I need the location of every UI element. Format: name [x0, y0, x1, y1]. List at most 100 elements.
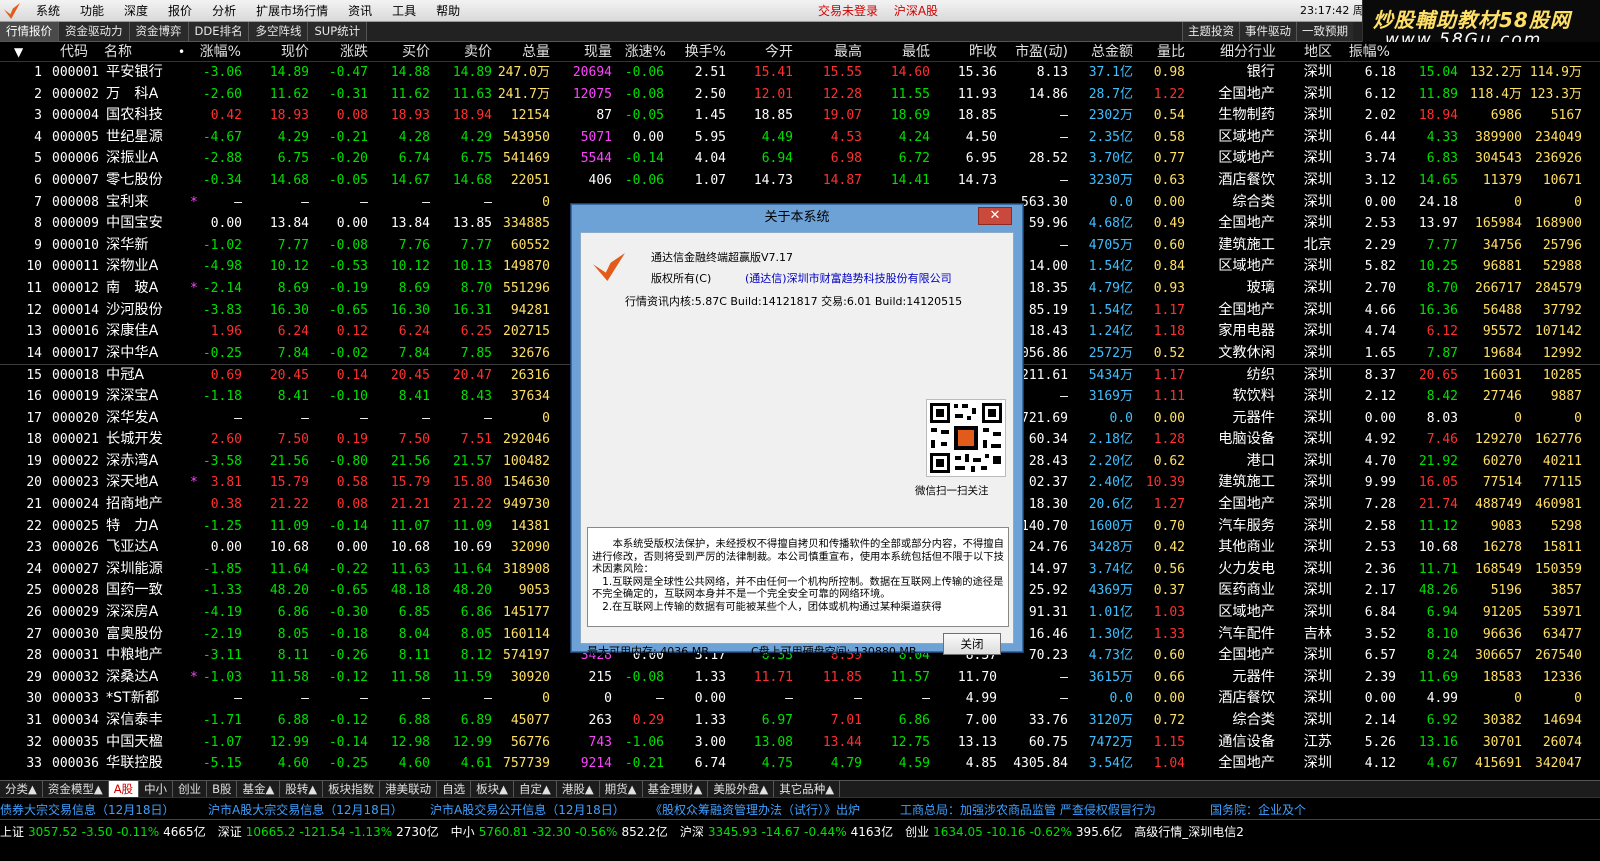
column-header-4[interactable]: 涨跌 — [340, 42, 368, 62]
category-tab-14[interactable]: 期货▲ — [600, 781, 643, 797]
table-row[interactable]: 2 000002 万 科A -2.60 11.62 -0.31 11.62 11.63 241.… — [0, 84, 1600, 106]
cell-pe: 24.76 — [1028, 540, 1068, 556]
column-header-2[interactable]: 涨幅% — [200, 42, 241, 62]
dialog-close-button[interactable]: ✕ — [978, 207, 1012, 225]
index-item[interactable]: 上证 3057.52 -3.50 -0.11% 4665亿 — [0, 823, 210, 841]
cell-amp: 0.00 — [1364, 194, 1396, 210]
market-indicator[interactable]: 沪深A股 — [894, 4, 938, 18]
table-row[interactable]: 4 000005 世纪星源 -4.67 4.29 -0.21 4.28 4.29 543950 5… — [0, 127, 1600, 149]
news-item[interactable]: 工商总局：加强涉农商品监管 严查侵权假冒行为 — [900, 801, 1156, 818]
table-row[interactable]: 30 000033 *ST新都 — — — — — 0 0 — 0.00 — — — 4.99 — 0.0 0.00… — [0, 688, 1600, 710]
menu-item-1[interactable]: 功能 — [70, 0, 114, 22]
news-item[interactable]: 国务院：企业及个 — [1210, 801, 1306, 818]
table-row[interactable]: 1 000001 平安银行 -3.06 14.89 -0.47 14.88 14.89 247.… — [0, 62, 1600, 84]
index-item[interactable]: 创业 1634.05 -10.16 -0.62% 395.6亿 — [905, 823, 1126, 841]
table-row[interactable]: 32 000035 中国天楹 -1.07 12.99 -0.14 12.98 12.99 567… — [0, 732, 1600, 754]
select-all-dropdown[interactable]: ▼ — [14, 43, 23, 61]
index-name: 上证 — [0, 825, 25, 839]
right-tab-2[interactable]: 一致预期 — [1296, 22, 1353, 41]
category-tab-16[interactable]: 美股外盘▲ — [708, 781, 775, 797]
category-tab-4[interactable]: 创业 — [173, 781, 208, 797]
category-tab-2[interactable]: A股 — [108, 781, 140, 797]
news-item[interactable]: 沪市A股交易公开信息（12月18日） — [430, 801, 625, 818]
index-item[interactable]: 中小 5760.81 -32.30 -0.56% 852.2亿 — [451, 823, 672, 841]
tab-4[interactable]: 多空阵线 — [249, 22, 309, 41]
category-tab-0[interactable]: 分类▲ — [0, 781, 43, 797]
category-tab-9[interactable]: 港美联动 — [380, 781, 438, 797]
category-tab-3[interactable]: 中小 — [139, 781, 174, 797]
column-header-7[interactable]: 总量 — [522, 42, 550, 62]
cell-pe: 59.96 — [1028, 216, 1068, 232]
cell-vol: 9053 — [518, 583, 550, 599]
column-header-18[interactable]: 细分行业 — [1220, 42, 1276, 62]
trade-login-status[interactable]: 交易未登录 — [818, 4, 878, 18]
index-item[interactable]: 沪深 3345.93 -14.67 -0.44% 4163亿 — [680, 823, 897, 841]
column-header-12[interactable]: 最高 — [834, 42, 862, 62]
right-tab-1[interactable]: 事件驱动 — [1239, 22, 1296, 41]
table-row[interactable]: 31 000034 深信泰丰 -1.71 6.88 -0.12 6.88 6.89 45077 2… — [0, 710, 1600, 732]
tab-0[interactable]: 行情报价 — [0, 22, 59, 41]
column-header-20[interactable]: 振幅% — [1349, 42, 1390, 62]
category-tab-5[interactable]: B股 — [207, 781, 238, 797]
cell-bid: 6.88 — [398, 713, 430, 728]
cell-code: 000033 — [52, 691, 99, 707]
connection-status[interactable]: 高级行情_深圳电信2 — [1134, 823, 1244, 841]
menu-item-6[interactable]: 资讯 — [338, 0, 382, 22]
tab-3[interactable]: DDE排名 — [188, 22, 250, 41]
category-tab-7[interactable]: 股转▲ — [280, 781, 324, 797]
table-row[interactable]: 5 000006 深振业A -2.88 6.75 -0.20 6.74 6.75 541469 5… — [0, 148, 1600, 170]
cell-name: 特 力A — [106, 517, 159, 534]
category-tab-10[interactable]: 自选 — [437, 781, 472, 797]
category-tab-8[interactable]: 板块指数 — [323, 781, 381, 797]
column-header-10[interactable]: 换手% — [685, 42, 726, 62]
column-header-17[interactable]: 量比 — [1157, 42, 1185, 62]
column-header-1[interactable]: 名称 — [104, 42, 132, 62]
category-tab-6[interactable]: 基金▲ — [237, 781, 281, 797]
column-header-5[interactable]: 买价 — [402, 42, 430, 62]
column-header-13[interactable]: 最低 — [902, 42, 930, 62]
tab-5[interactable]: SUP统计 — [308, 22, 368, 41]
table-row[interactable]: 3 000004 国农科技 0.42 18.93 0.08 18.93 18.94 12154 8… — [0, 105, 1600, 127]
column-header-9[interactable]: 涨速% — [625, 42, 666, 62]
table-row[interactable]: 29 000032 深桑达A * -1.03 11.58 -0.12 11.58 11.59 30… — [0, 667, 1600, 689]
column-header-8[interactable]: 现量 — [584, 42, 612, 62]
menu-item-2[interactable]: 深度 — [114, 0, 158, 22]
cell-price: 10.12 — [269, 259, 309, 275]
close-button[interactable]: 关闭 — [943, 633, 1001, 655]
cell-bid: 18.93 — [390, 108, 430, 124]
menu-item-4[interactable]: 分析 — [202, 0, 246, 22]
category-tab-11[interactable]: 板块▲ — [471, 781, 514, 797]
table-row[interactable]: 33 000036 华联控股 -5.15 4.60 -0.25 4.60 4.61 757739… — [0, 753, 1600, 775]
column-header-6[interactable]: 卖价 — [464, 42, 492, 62]
menu-item-7[interactable]: 工具 — [382, 0, 426, 22]
tab-2[interactable]: 资金博弈 — [129, 22, 189, 41]
column-header-0[interactable]: 代码 — [60, 42, 88, 62]
company-link[interactable]: (通达信)深圳市财富趋势科技股份有限公司 — [745, 270, 952, 286]
column-header-3[interactable]: 现价 — [281, 42, 309, 62]
category-tab-1[interactable]: 资金模型▲ — [43, 781, 109, 797]
news-item[interactable]: 债券大宗交易信息（12月18日） — [0, 801, 175, 818]
menu-item-8[interactable]: 帮助 — [426, 0, 470, 22]
column-header-11[interactable]: 今开 — [765, 42, 793, 62]
category-tab-15[interactable]: 基金理财▲ — [643, 781, 709, 797]
sort-marker: • — [178, 45, 186, 59]
news-item[interactable]: 《股权众筹融资管理办法（试行）》出炉 — [650, 801, 860, 818]
table-row[interactable]: 6 000007 零七股份 -0.34 14.68 -0.05 14.67 14.68 2205… — [0, 170, 1600, 192]
menu-item-5[interactable]: 扩展市场行情 — [246, 0, 338, 22]
column-header-16[interactable]: 总金额 — [1091, 42, 1133, 62]
index-item[interactable]: 深证 10665.2 -121.54 -1.13% 2730亿 — [218, 823, 443, 841]
menu-item-0[interactable]: 系统 — [26, 0, 70, 22]
category-tab-12[interactable]: 自定▲ — [514, 781, 557, 797]
legal-notice[interactable]: 本系统受版权法保护，未经授权不得擅自拷贝和传播软件的全部或部分内容，不得擅自进行… — [587, 527, 1009, 627]
category-tab-13[interactable]: 港股▲ — [557, 781, 600, 797]
column-header-15[interactable]: 市盈(动) — [1015, 42, 1068, 62]
category-tab-17[interactable]: 其它品种▲ — [774, 781, 841, 797]
menu-item-3[interactable]: 报价 — [158, 0, 202, 22]
cell-amp: 6.57 — [1364, 648, 1396, 664]
column-header-19[interactable]: 地区 — [1304, 42, 1332, 62]
right-tab-0[interactable]: 主题投资 — [1182, 22, 1239, 41]
column-header-14[interactable]: 昨收 — [969, 42, 997, 62]
news-item[interactable]: 沪市A股大宗交易信息（12月18日） — [208, 801, 403, 818]
tab-1[interactable]: 资金驱动力 — [59, 22, 130, 41]
cell-reg: 深圳 — [1303, 496, 1332, 512]
